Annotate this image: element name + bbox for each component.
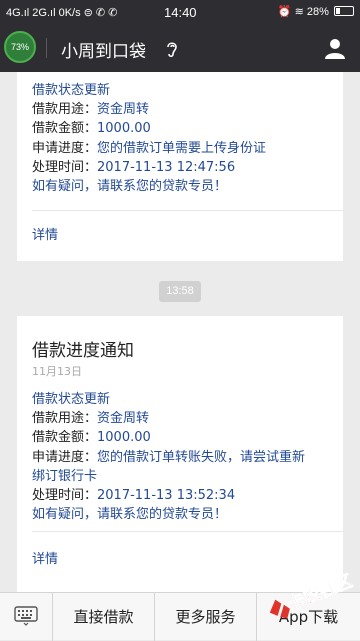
card-body: 借款状态更新 借款用途：资金周转 借款金额：1000.00 申请进度：您的借款订… [17, 381, 305, 524]
status-right-indicators: ⏰ ≋ 28% [278, 5, 354, 18]
person-icon[interactable] [324, 37, 346, 59]
status-left-indicators: 4G.ıl 2G.ıl 0K/s ⊜ ✆ ✆ [6, 7, 118, 19]
details-link[interactable]: 详情 [32, 224, 58, 243]
card-line: 借款用途：资金周转 [32, 102, 150, 118]
card-line: 申请进度：您的借款订单转账失败，请尝试重新 [32, 449, 306, 465]
battery-icon [334, 6, 354, 16]
card-line: 申请进度：您的借款订单需要上传身份证 [32, 140, 267, 156]
menu-more-services[interactable]: 更多服务 [155, 593, 257, 641]
battery-percent: 28% [306, 6, 329, 18]
ear-icon [167, 42, 177, 58]
menu-app-download[interactable]: App下载 [257, 593, 360, 641]
menu-direct-loan[interactable]: 直接借款 [53, 593, 155, 641]
card-line: 处理时间：2017-11-13 13:52:34 [32, 488, 236, 504]
message-card[interactable]: 借款状态更新 借款用途：资金周转 借款金额：1000.00 申请进度：您的借款订… [17, 72, 343, 261]
card-title: 借款进度通知 [32, 341, 134, 361]
card-line: 借款状态更新 [32, 392, 111, 407]
card-line: 绑订银行卡 [32, 468, 98, 484]
status-bar: 4G.ıl 2G.ıl 0K/s ⊜ ✆ ✆ 14:40 ⏰ ≋ 28% [0, 0, 360, 25]
card-line: 借款状态更新 [32, 83, 111, 98]
card-line: 如有疑问，请联系您的贷款专员！ [32, 179, 228, 195]
header-divider [46, 38, 47, 58]
message-card[interactable]: 借款进度通知 11月13日 借款状态更新 借款用途：资金周转 借款金额：1000… [17, 316, 343, 592]
chat-header: 73% 小周到口袋 [0, 25, 360, 72]
card-line: 借款金额：1000.00 [32, 121, 151, 137]
details-link[interactable]: 详情 [32, 548, 58, 567]
keyboard-toggle-button[interactable] [0, 593, 53, 641]
keyboard-icon [14, 606, 38, 626]
card-divider [32, 531, 343, 532]
card-line: 借款用途：资金周转 [32, 411, 150, 427]
bottom-menu: 直接借款 更多服务 App下载 [0, 592, 360, 641]
back-badge[interactable]: 73% [4, 31, 36, 63]
chat-timestamp: 13:58 [159, 281, 201, 302]
page-title: 小周到口袋 [61, 42, 146, 62]
card-divider [32, 210, 343, 211]
card-date: 11月13日 [32, 365, 82, 378]
card-line: 处理时间：2017-11-13 12:47:56 [32, 159, 236, 175]
message-list[interactable]: 借款状态更新 借款用途：资金周转 借款金额：1000.00 申请进度：您的借款订… [0, 72, 360, 592]
card-line: 借款金额：1000.00 [32, 430, 151, 446]
status-time: 14:40 [164, 5, 197, 20]
card-body: 借款状态更新 借款用途：资金周转 借款金额：1000.00 申请进度：您的借款订… [17, 72, 343, 196]
alarm-icon: ⏰ [277, 6, 292, 18]
wifi-icon: ≋ [294, 6, 304, 18]
card-line: 如有疑问，请联系您的贷款专员！ [32, 507, 228, 523]
